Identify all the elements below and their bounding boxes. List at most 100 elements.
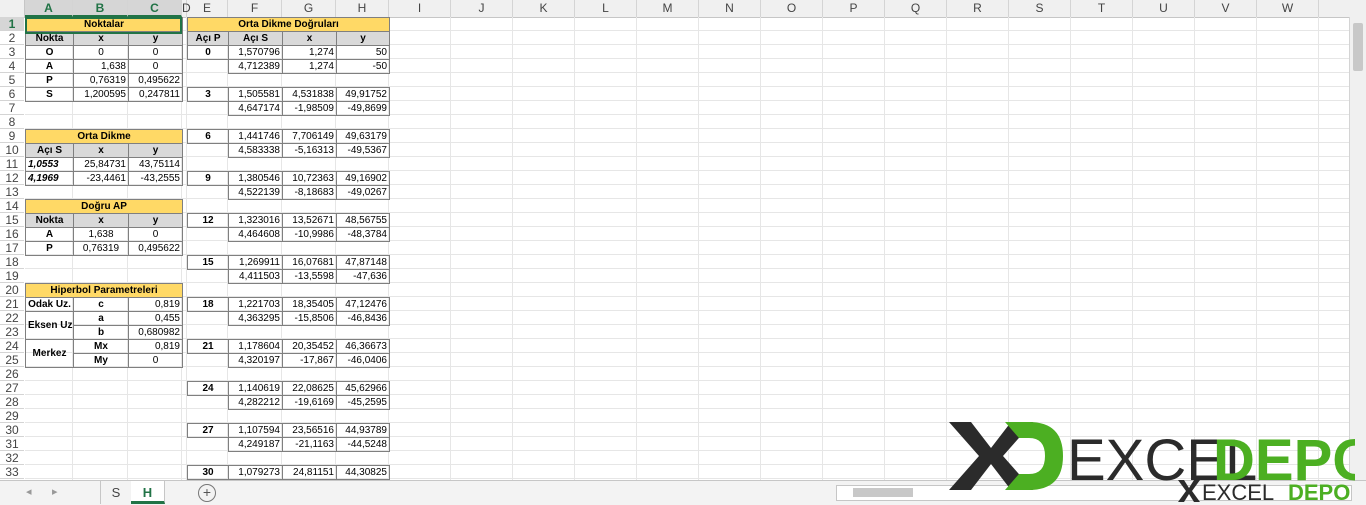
value-cell[interactable]: -19,6169 — [282, 395, 337, 410]
value-cell[interactable]: 0 — [128, 59, 183, 74]
column-header-h[interactable]: H — [336, 0, 389, 17]
value-cell[interactable]: -8,18683 — [282, 185, 337, 200]
row-header-2[interactable]: 2 — [0, 31, 24, 45]
value-cell[interactable]: 0,495622 — [128, 241, 183, 256]
value-cell[interactable]: -10,9986 — [282, 227, 337, 242]
point-name-cell[interactable]: P — [25, 241, 74, 256]
value-cell[interactable]: 0 — [128, 353, 183, 368]
value-cell[interactable]: -21,1163 — [282, 437, 337, 452]
value-cell[interactable]: 1,323016 — [228, 213, 283, 228]
row-header-28[interactable]: 28 — [0, 395, 24, 409]
value-cell[interactable]: 44,93789 — [336, 423, 390, 438]
row-header-11[interactable]: 11 — [0, 157, 24, 171]
table-header[interactable]: Açı S — [228, 31, 283, 46]
row-header-16[interactable]: 16 — [0, 227, 24, 241]
row-header-13[interactable]: 13 — [0, 185, 24, 199]
value-cell[interactable]: 4,464608 — [228, 227, 283, 242]
angle-p-cell[interactable]: 3 — [187, 87, 229, 102]
value-cell[interactable]: 43,75114 — [128, 157, 183, 172]
angle-p-cell[interactable]: 27 — [187, 423, 229, 438]
point-name-cell[interactable]: P — [25, 73, 74, 88]
vertical-scroll-thumb[interactable] — [1353, 23, 1363, 71]
point-name-cell[interactable]: A — [25, 227, 74, 242]
add-sheet-icon[interactable]: + — [198, 484, 216, 502]
select-all-corner[interactable] — [0, 0, 25, 17]
column-header-c[interactable]: C — [128, 0, 182, 17]
column-header-k[interactable]: K — [513, 0, 575, 17]
value-cell[interactable]: 1,221703 — [228, 297, 283, 312]
table-header[interactable]: x — [73, 213, 129, 228]
row-header-12[interactable]: 12 — [0, 171, 24, 185]
column-header-b[interactable]: B — [73, 0, 128, 17]
value-cell[interactable]: -50 — [336, 59, 390, 74]
value-cell[interactable]: 4,411503 — [228, 269, 283, 284]
table-header[interactable]: Nokta — [25, 213, 74, 228]
value-cell[interactable]: 1,107594 — [228, 423, 283, 438]
value-cell[interactable]: -49,0267 — [336, 185, 390, 200]
column-header-j[interactable]: J — [451, 0, 513, 17]
row-header-18[interactable]: 18 — [0, 255, 24, 269]
column-header-w[interactable]: W — [1257, 0, 1319, 17]
value-cell[interactable]: -48,3784 — [336, 227, 390, 242]
angle-p-cell[interactable]: 0 — [187, 45, 229, 60]
row-header-10[interactable]: 10 — [0, 143, 24, 157]
row-header-33[interactable]: 33 — [0, 465, 24, 479]
row-header-29[interactable]: 29 — [0, 409, 24, 423]
table-title-noktalar[interactable]: Noktalar — [25, 17, 183, 32]
table-header[interactable]: y — [336, 31, 390, 46]
value-cell[interactable]: 7,706149 — [282, 129, 337, 144]
value-cell[interactable]: 47,87148 — [336, 255, 390, 270]
angle-cell[interactable]: 1,0553 — [25, 157, 74, 172]
value-cell[interactable]: 0 — [73, 45, 129, 60]
row-header-17[interactable]: 17 — [0, 241, 24, 255]
value-cell[interactable]: 0,495622 — [128, 73, 183, 88]
point-name-cell[interactable]: O — [25, 45, 74, 60]
column-header-p[interactable]: P — [823, 0, 885, 17]
value-cell[interactable]: 0 — [128, 227, 183, 242]
value-cell[interactable]: 4,647174 — [228, 101, 283, 116]
angle-p-cell[interactable]: 6 — [187, 129, 229, 144]
point-name-cell[interactable]: A — [25, 59, 74, 74]
column-header-m[interactable]: M — [637, 0, 699, 17]
value-cell[interactable]: -47,636 — [336, 269, 390, 284]
spreadsheet-grid[interactable]: ABCDEFGHIJKLMNOPQRSTUVW 1 2 3 4 5 6 7 8 9 10 11 12 1… — [0, 0, 1366, 480]
param-name-cell[interactable]: b — [73, 325, 129, 340]
value-cell[interactable]: 23,56516 — [282, 423, 337, 438]
param-name-cell[interactable]: c — [73, 297, 129, 312]
value-cell[interactable]: -44,5248 — [336, 437, 390, 452]
value-cell[interactable]: -46,8436 — [336, 311, 390, 326]
column-header-l[interactable]: L — [575, 0, 637, 17]
column-header-r[interactable]: R — [947, 0, 1009, 17]
value-cell[interactable]: -45,2595 — [336, 395, 390, 410]
row-header-25[interactable]: 25 — [0, 353, 24, 367]
value-cell[interactable]: -1,98509 — [282, 101, 337, 116]
angle-p-cell[interactable]: 30 — [187, 465, 229, 480]
table-header[interactable]: x — [73, 31, 129, 46]
row-header-3[interactable]: 3 — [0, 45, 24, 59]
column-header-a[interactable]: A — [25, 0, 73, 17]
column-header-v[interactable]: V — [1195, 0, 1257, 17]
column-header-i[interactable]: I — [389, 0, 451, 17]
table-header[interactable]: Açı P — [187, 31, 229, 46]
column-header-t[interactable]: T — [1071, 0, 1133, 17]
column-header-q[interactable]: Q — [885, 0, 947, 17]
value-cell[interactable]: 4,522139 — [228, 185, 283, 200]
column-header-f[interactable]: F — [228, 0, 282, 17]
row-header-24[interactable]: 24 — [0, 339, 24, 353]
param-name-cell[interactable]: Mx — [73, 339, 129, 354]
value-cell[interactable]: 22,08625 — [282, 381, 337, 396]
row-header-32[interactable]: 32 — [0, 451, 24, 465]
value-cell[interactable]: 45,62966 — [336, 381, 390, 396]
table-title-dogru-ap[interactable]: Doğru AP — [25, 199, 183, 214]
value-cell[interactable]: -49,5367 — [336, 143, 390, 158]
value-cell[interactable]: 1,638 — [73, 227, 129, 242]
value-cell[interactable]: 49,63179 — [336, 129, 390, 144]
row-header-23[interactable]: 23 — [0, 325, 24, 339]
value-cell[interactable]: 1,274 — [282, 45, 337, 60]
value-cell[interactable]: 1,269911 — [228, 255, 283, 270]
value-cell[interactable]: 1,200595 — [73, 87, 129, 102]
value-cell[interactable]: 1,570796 — [228, 45, 283, 60]
value-cell[interactable]: 20,35452 — [282, 339, 337, 354]
value-cell[interactable]: -49,8699 — [336, 101, 390, 116]
angle-p-cell[interactable]: 18 — [187, 297, 229, 312]
